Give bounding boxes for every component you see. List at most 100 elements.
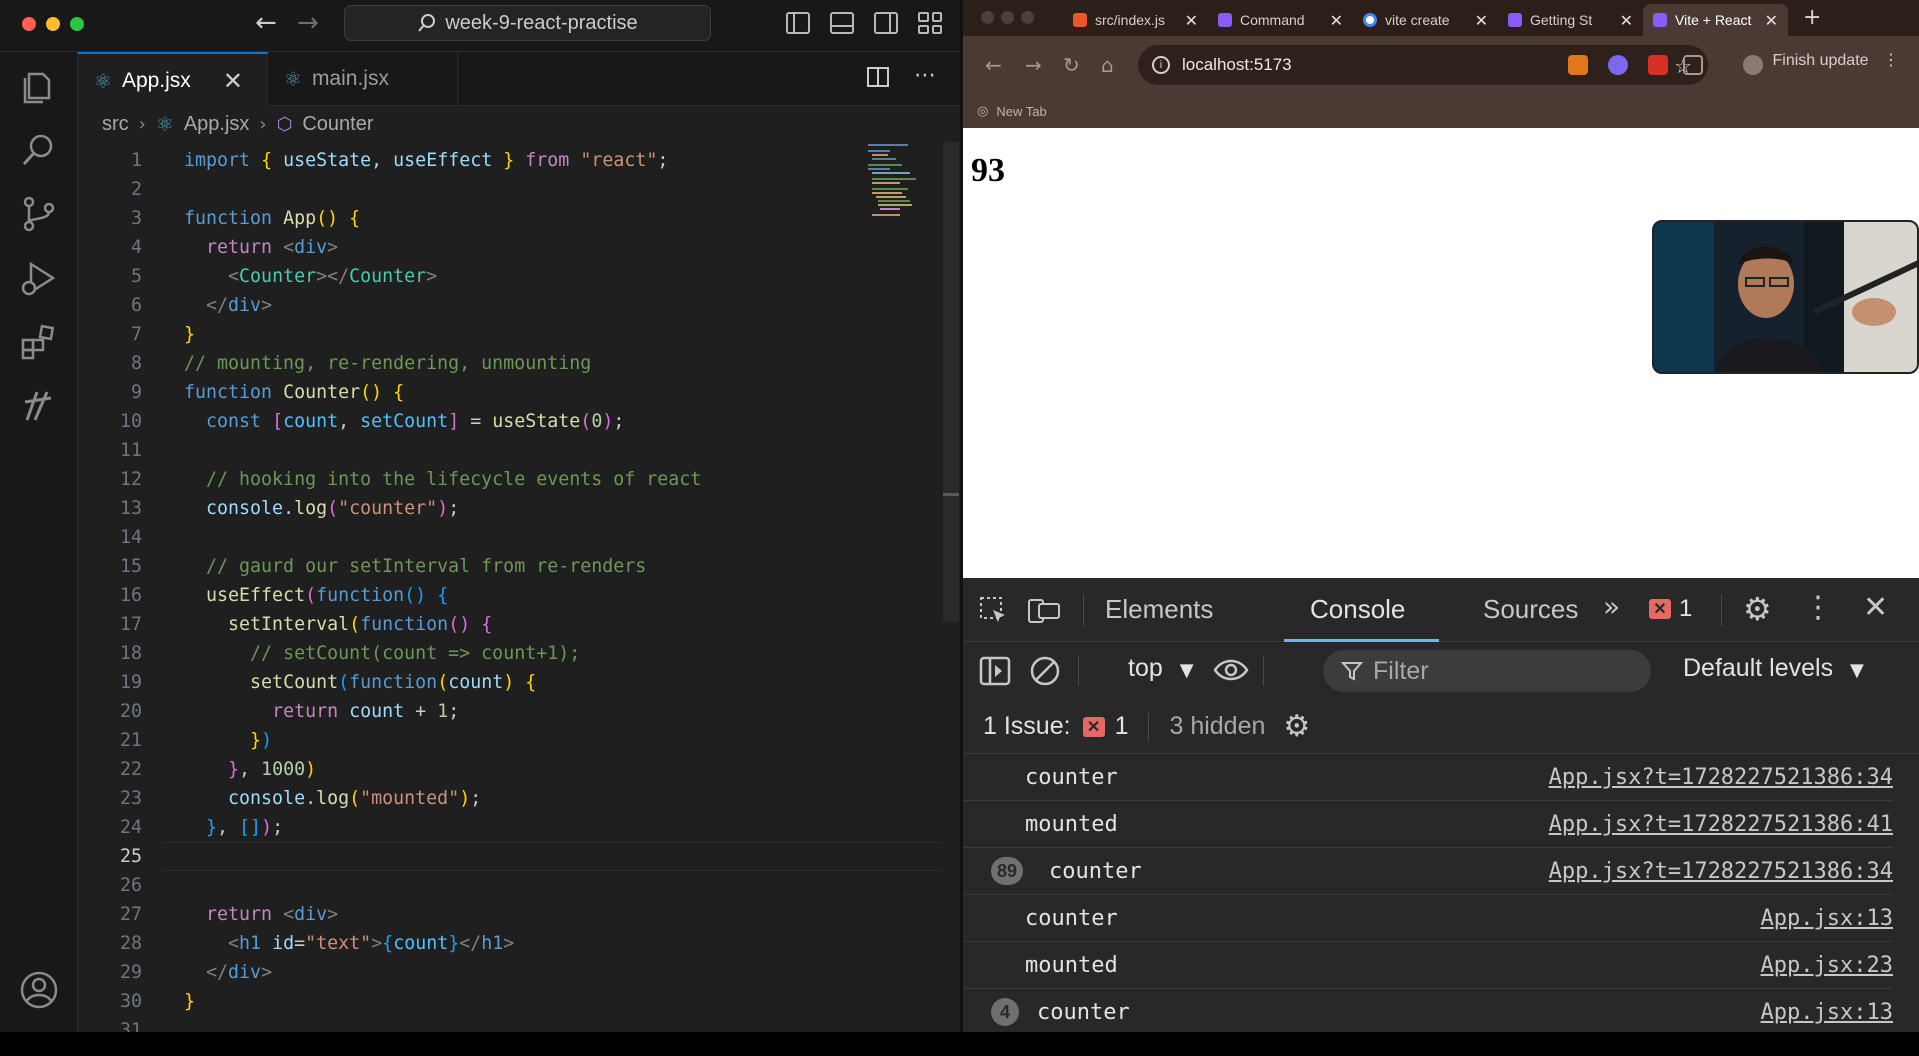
- code-line[interactable]: 24 }, []);: [78, 813, 943, 842]
- reload-icon[interactable]: ↻: [1063, 53, 1080, 77]
- breadcrumb-item[interactable]: src: [102, 113, 129, 136]
- source-link[interactable]: App.jsx?t=1728227521386:41: [1549, 812, 1893, 837]
- code-line[interactable]: 18 // setCount(count => count+1);: [78, 639, 943, 668]
- browser-tab[interactable]: vite create ✕: [1353, 4, 1498, 36]
- command-center-search[interactable]: week-9-react-practise: [344, 5, 711, 41]
- issues-bar[interactable]: 1 Issue: ✕ 1 3 hidden ⚙: [963, 700, 1919, 754]
- code-line[interactable]: 9 function Counter() {: [78, 378, 943, 407]
- source-control-icon[interactable]: [19, 194, 59, 234]
- settings-gear-icon[interactable]: ⚙: [1743, 590, 1772, 628]
- close-icon[interactable]: ✕: [1185, 11, 1198, 30]
- home-icon[interactable]: ⌂: [1101, 53, 1114, 77]
- source-link[interactable]: App.jsx?t=1728227521386:34: [1549, 859, 1893, 884]
- source-link[interactable]: App.jsx?t=1728227521386:34: [1549, 765, 1893, 790]
- search-icon[interactable]: [19, 130, 59, 170]
- source-link[interactable]: App.jsx:23: [1761, 953, 1893, 978]
- code-line[interactable]: 2: [78, 175, 943, 204]
- source-link[interactable]: App.jsx:13: [1761, 1000, 1893, 1025]
- code-editor[interactable]: 1 import { useState, useEffect } from "re…: [78, 142, 943, 1032]
- cursor-ai-icon[interactable]: [19, 386, 59, 426]
- extensions-puzzle-icon[interactable]: [1683, 55, 1703, 75]
- code-line[interactable]: 31: [78, 1016, 943, 1032]
- forward-arrow-icon[interactable]: →: [1025, 53, 1042, 77]
- metamask-extension-icon[interactable]: [1568, 55, 1588, 75]
- back-arrow-icon[interactable]: ←: [985, 53, 1002, 77]
- code-line[interactable]: 25: [78, 842, 943, 871]
- tab-elements[interactable]: Elements: [1105, 594, 1213, 625]
- extension-icon[interactable]: [1608, 55, 1628, 75]
- close-devtools-icon[interactable]: ✕: [1863, 590, 1888, 625]
- code-line[interactable]: 6 </div>: [78, 291, 943, 320]
- code-line[interactable]: 10 const [count, setCount] = useState(0)…: [78, 407, 943, 436]
- code-line[interactable]: 15 // gaurd our setInterval from re-rend…: [78, 552, 943, 581]
- toggle-panel-icon[interactable]: [830, 12, 854, 34]
- browser-tab-active[interactable]: Vite + React ✕: [1643, 4, 1788, 36]
- code-line[interactable]: 11: [78, 436, 943, 465]
- more-tabs-chevron-icon[interactable]: »: [1603, 590, 1620, 623]
- zoom-window-button[interactable]: [70, 17, 84, 31]
- code-line[interactable]: 21 }): [78, 726, 943, 755]
- close-icon[interactable]: ✕: [1620, 11, 1633, 30]
- breadcrumb-item[interactable]: Counter: [302, 113, 373, 136]
- explorer-icon[interactable]: [19, 66, 59, 106]
- code-line[interactable]: 5 <Counter></Counter>: [78, 262, 943, 291]
- code-line[interactable]: 27 return <div>: [78, 900, 943, 929]
- toggle-primary-sidebar-icon[interactable]: [786, 12, 810, 34]
- kebab-menu-icon[interactable]: ⋮: [1803, 590, 1833, 625]
- close-icon[interactable]: ✕: [1475, 11, 1488, 30]
- site-info-icon[interactable]: i: [1152, 56, 1170, 74]
- console-filter-input[interactable]: Filter: [1323, 650, 1651, 692]
- code-line[interactable]: 1 import { useState, useEffect } from "re…: [78, 146, 943, 175]
- new-tab-plus-icon[interactable]: +: [1803, 5, 1821, 30]
- breadcrumb-item[interactable]: App.jsx: [184, 113, 250, 136]
- code-line[interactable]: 28 <h1 id="text">{count}</h1>: [78, 929, 943, 958]
- source-link[interactable]: App.jsx:13: [1761, 906, 1893, 931]
- forward-arrow-icon[interactable]: →: [297, 10, 319, 36]
- sidebar-toggle-icon[interactable]: [979, 656, 1011, 686]
- code-line[interactable]: 3 function App() {: [78, 204, 943, 233]
- code-line[interactable]: 20 return count + 1;: [78, 697, 943, 726]
- code-line[interactable]: 17 setInterval(function() {: [78, 610, 943, 639]
- clear-console-icon[interactable]: [1029, 655, 1061, 687]
- browser-tab[interactable]: src/index.js ✕: [1063, 4, 1208, 36]
- code-line[interactable]: 16 useEffect(function() {: [78, 581, 943, 610]
- minimap[interactable]: [868, 142, 928, 222]
- split-editor-icon[interactable]: [866, 66, 890, 88]
- error-count-badge[interactable]: ✕ 1: [1649, 595, 1692, 623]
- back-arrow-icon[interactable]: ←: [255, 10, 277, 36]
- more-actions-icon[interactable]: ⋯: [914, 65, 936, 88]
- extension-icon[interactable]: [1648, 55, 1668, 75]
- inspect-element-icon[interactable]: [979, 596, 1009, 626]
- code-line[interactable]: 23 console.log("mounted");: [78, 784, 943, 813]
- close-icon[interactable]: ✕: [1765, 11, 1778, 30]
- run-debug-icon[interactable]: [19, 258, 59, 298]
- code-line[interactable]: 14: [78, 523, 943, 552]
- code-line[interactable]: 30}: [78, 987, 943, 1016]
- customize-layout-icon[interactable]: [918, 12, 942, 34]
- browser-tab[interactable]: Getting St ✕: [1498, 4, 1643, 36]
- live-expression-eye-icon[interactable]: [1213, 658, 1249, 682]
- toggle-secondary-sidebar-icon[interactable]: [874, 12, 898, 34]
- close-window-button[interactable]: [981, 11, 994, 24]
- code-line[interactable]: 8 // mounting, re-rendering, unmounting: [78, 349, 943, 378]
- extensions-icon[interactable]: [19, 322, 59, 362]
- profile-avatar[interactable]: [1743, 55, 1763, 75]
- log-levels-select[interactable]: Default levels ▼: [1683, 654, 1864, 683]
- device-toolbar-icon[interactable]: [1027, 596, 1061, 626]
- tab-console[interactable]: Console: [1310, 594, 1405, 625]
- tab-main-jsx[interactable]: ⚛ main.jsx: [268, 52, 458, 106]
- browser-tab[interactable]: Command ✕: [1208, 4, 1353, 36]
- code-line[interactable]: 19 setCount(function(count) {: [78, 668, 943, 697]
- close-icon[interactable]: ✕: [223, 67, 243, 95]
- accounts-icon[interactable]: [19, 970, 59, 1010]
- code-line[interactable]: 7}: [78, 320, 943, 349]
- code-line[interactable]: 12 // hooking into the lifecycle events …: [78, 465, 943, 494]
- code-line[interactable]: 26: [78, 871, 943, 900]
- close-window-button[interactable]: [22, 17, 36, 31]
- editor-scrollbar[interactable]: [943, 142, 959, 622]
- code-line[interactable]: 22 }, 1000): [78, 755, 943, 784]
- finish-update-button[interactable]: Finish update ⋮: [1772, 50, 1899, 70]
- minimize-window-button[interactable]: [46, 17, 60, 31]
- close-icon[interactable]: ✕: [1330, 11, 1343, 30]
- code-line[interactable]: 4 return <div>: [78, 233, 943, 262]
